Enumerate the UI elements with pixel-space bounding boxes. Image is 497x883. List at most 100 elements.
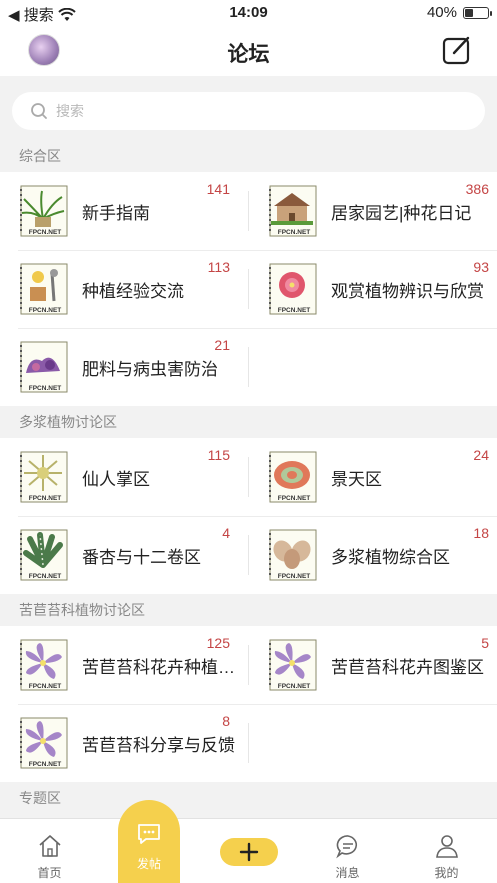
search-placeholder: 搜索 — [56, 103, 84, 119]
board-post-count: 8 — [222, 713, 230, 729]
spider-plant-thumbnail-icon: FPCN.NET — [20, 185, 68, 237]
row-divider — [18, 328, 497, 329]
board-thumbnail: FPCN.NET — [267, 639, 317, 691]
status-time: 14:09 — [229, 4, 268, 21]
board-item[interactable]: FPCN.NET 仙人掌区 115 — [0, 438, 248, 516]
status-right: 40% — [426, 4, 492, 21]
tab-messages[interactable]: 消息 — [298, 819, 397, 883]
board-name: 种植经验交流 — [82, 282, 184, 301]
fertilizer-thumbnail-icon: FPCN.NET — [20, 341, 68, 393]
board-name: 景天区 — [331, 470, 382, 489]
add-button[interactable] — [220, 838, 278, 866]
board-item[interactable]: FPCN.NET 肥料与病虫害防治 21 — [0, 328, 248, 406]
pink-flower-thumbnail-icon: FPCN.NET — [269, 263, 317, 315]
post-button[interactable]: 发帖 — [118, 800, 180, 883]
board-item[interactable]: FPCN.NET 苦苣苔科花卉种植… 125 — [0, 626, 248, 704]
column-divider — [248, 723, 249, 763]
board-thumbnail: FPCN.NET — [18, 341, 68, 393]
board-item[interactable]: FPCN.NET 多浆植物综合区 18 — [249, 516, 497, 594]
board-thumbnail: FPCN.NET — [267, 185, 317, 237]
board-name: 多浆植物综合区 — [331, 548, 450, 567]
board-post-count: 5 — [481, 635, 489, 651]
svg-text:FPCN.NET: FPCN.NET — [278, 307, 311, 314]
echeveria-thumbnail-icon: FPCN.NET — [269, 451, 317, 503]
board-thumbnail: FPCN.NET — [18, 529, 68, 581]
section-header: 专题区 — [0, 782, 497, 814]
haworthia-thumbnail-icon: FPCN.NET — [20, 529, 68, 581]
board-post-count: 113 — [207, 259, 230, 275]
board-name: 苦苣苔科花卉图鉴区 — [331, 658, 484, 677]
tab-mine[interactable]: 我的 — [397, 819, 496, 883]
page-title: 论坛 — [227, 43, 270, 66]
board-post-count: 4 — [222, 525, 230, 541]
compose-icon[interactable] — [441, 34, 473, 66]
svg-text:FPCN.NET: FPCN.NET — [29, 495, 62, 502]
nav-bar: 论坛 — [0, 26, 497, 76]
board-post-count: 21 — [214, 337, 230, 353]
board-item[interactable]: FPCN.NET 苦苣苔科花卉图鉴区 5 — [249, 626, 497, 704]
section-header: 综合区 — [0, 140, 497, 172]
row-divider — [18, 250, 497, 251]
board-item[interactable]: FPCN.NET 苦苣苔科分享与反馈 8 — [0, 704, 248, 782]
board-post-count: 115 — [207, 447, 230, 463]
section-header: 多浆植物讨论区 — [0, 406, 497, 438]
board-name: 苦苣苔科花卉种植… — [82, 658, 235, 677]
board-thumbnail: FPCN.NET — [267, 451, 317, 503]
board-thumbnail: FPCN.NET — [267, 263, 317, 315]
svg-text:FPCN.NET: FPCN.NET — [278, 495, 311, 502]
pot-tools-thumbnail-icon: FPCN.NET — [20, 263, 68, 315]
cactus-thumbnail-icon: FPCN.NET — [20, 451, 68, 503]
home-icon — [39, 835, 61, 857]
board-item[interactable]: FPCN.NET 景天区 24 — [249, 438, 497, 516]
tab-home[interactable]: 首页 — [0, 819, 99, 883]
user-icon — [436, 835, 458, 858]
board-post-count: 93 — [473, 259, 489, 275]
board-item[interactable]: FPCN.NET 新手指南 141 — [0, 172, 248, 250]
board-item[interactable]: FPCN.NET 番杏与十二卷区 4 — [0, 516, 248, 594]
row-divider — [18, 516, 497, 517]
board-thumbnail: FPCN.NET — [18, 263, 68, 315]
board-item[interactable]: FPCN.NET 种植经验交流 113 — [0, 250, 248, 328]
message-icon — [336, 835, 358, 859]
section-board-grid: FPCN.NET 新手指南 141 FPCN.NET 居家园艺|种花日记 386 FPCN.… — [0, 172, 497, 406]
battery-percent: 40% — [426, 4, 457, 21]
board-name: 居家园艺|种花日记 — [331, 204, 472, 223]
section-header: 苦苣苔科植物讨论区 — [0, 594, 497, 626]
board-post-count: 141 — [206, 181, 230, 197]
tab-home-label: 首页 — [37, 866, 62, 880]
board-thumbnail: FPCN.NET — [18, 717, 68, 769]
tab-messages-label: 消息 — [335, 866, 360, 880]
svg-text:FPCN.NET: FPCN.NET — [29, 683, 62, 690]
column-divider — [248, 347, 249, 387]
svg-text:FPCN.NET: FPCN.NET — [29, 573, 62, 580]
violet-thumbnail-icon: FPCN.NET — [269, 639, 317, 691]
board-name: 仙人掌区 — [82, 470, 150, 489]
board-item[interactable]: FPCN.NET 观赏植物辨识与欣赏 93 — [249, 250, 497, 328]
plus-icon — [239, 842, 259, 862]
violet-thumbnail-icon: FPCN.NET — [20, 639, 68, 691]
battery-fill — [465, 8, 474, 17]
svg-text:FPCN.NET: FPCN.NET — [278, 229, 311, 236]
tab-mine-label: 我的 — [434, 866, 459, 880]
board-name: 肥料与病虫害防治 — [82, 360, 218, 379]
svg-text:FPCN.NET: FPCN.NET — [29, 761, 62, 768]
board-post-count: 125 — [206, 635, 230, 651]
section-board-grid: FPCN.NET 苦苣苔科花卉种植… 125 FPCN.NET 苦苣苔科花卉图鉴区 5 FP… — [0, 626, 497, 782]
board-name: 番杏与十二卷区 — [82, 548, 201, 567]
board-thumbnail: FPCN.NET — [18, 451, 68, 503]
board-name: 苦苣苔科分享与反馈 — [82, 736, 235, 755]
svg-text:FPCN.NET: FPCN.NET — [29, 307, 62, 314]
battery-icon — [463, 6, 492, 19]
row-divider — [18, 704, 497, 705]
board-thumbnail: FPCN.NET — [267, 529, 317, 581]
section-board-grid: FPCN.NET 仙人掌区 115 FPCN.NET 景天区 24 FPCN.NET 番杏与十… — [0, 438, 497, 594]
svg-text:FPCN.NET: FPCN.NET — [278, 683, 311, 690]
board-post-count: 24 — [473, 447, 489, 463]
search-input[interactable]: 搜索 — [12, 92, 485, 130]
board-post-count: 18 — [473, 525, 489, 541]
post-button-label: 发帖 — [136, 857, 161, 871]
board-item[interactable]: FPCN.NET 居家园艺|种花日记 386 — [249, 172, 497, 250]
board-name: 观赏植物辨识与欣赏 — [331, 282, 484, 301]
succulent-thumbnail-icon: FPCN.NET — [269, 529, 317, 581]
board-thumbnail: FPCN.NET — [18, 185, 68, 237]
